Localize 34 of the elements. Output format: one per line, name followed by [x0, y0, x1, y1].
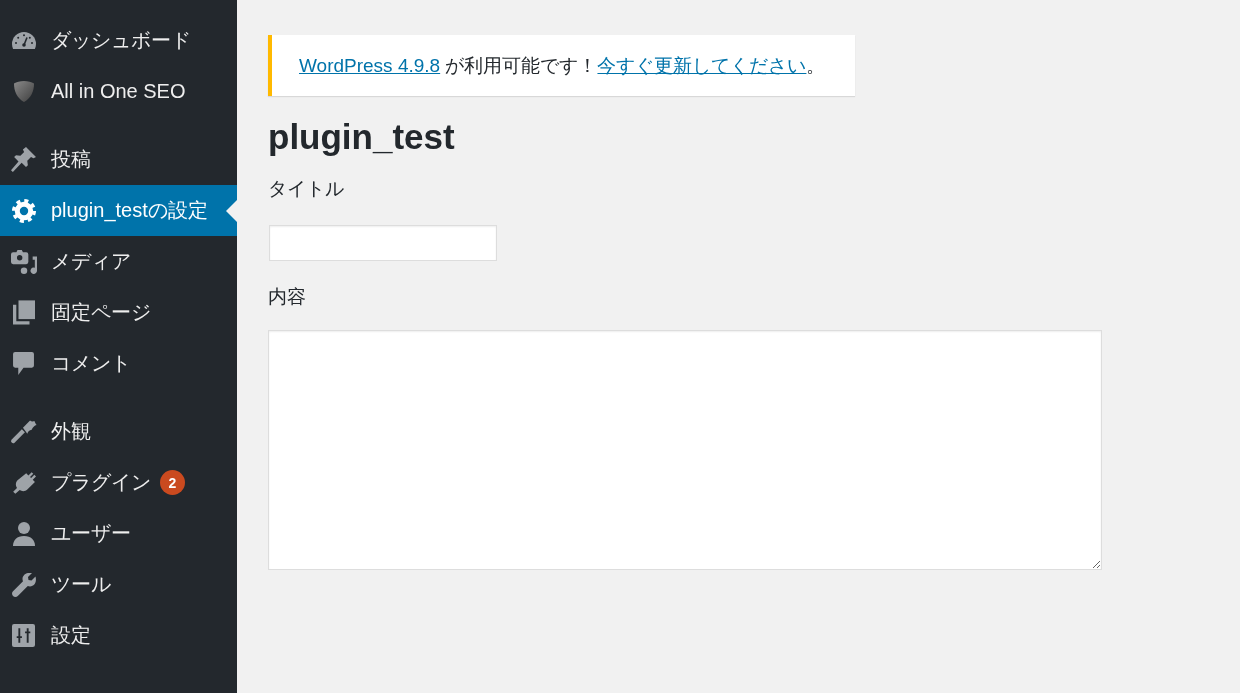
sidebar-item[interactable]: 設定 [0, 610, 237, 661]
wrench-icon [11, 572, 36, 597]
sidebar-item[interactable]: ユーザー [0, 508, 237, 559]
current-page-pointer-icon [226, 200, 237, 222]
text-input[interactable] [269, 225, 497, 261]
sidebar-item[interactable]: メディア [0, 236, 237, 287]
field-label: タイトル [268, 177, 344, 201]
sidebar-item[interactable]: プラグイン 2 [0, 457, 237, 508]
shield-icon [13, 81, 34, 102]
sidebar-item[interactable]: plugin_testの設定 [0, 185, 237, 236]
pages-icon [12, 300, 35, 325]
field-label: 内容 [268, 285, 306, 309]
sidebar-item[interactable]: All in One SEO [0, 66, 237, 117]
speech-bubble-icon [13, 352, 34, 375]
sidebar-item[interactable]: 固定ページ [0, 287, 237, 338]
sidebar-item[interactable]: 外観 [0, 406, 237, 457]
paintbrush-icon [10, 419, 37, 444]
sidebar-item[interactable]: ツール [0, 559, 237, 610]
content-textarea[interactable] [268, 330, 1102, 570]
plug-icon [11, 470, 36, 495]
page-title: plugin_test [268, 116, 455, 158]
sidebar-item[interactable]: ダッシュボード [0, 15, 237, 66]
sliders-icon [12, 624, 35, 647]
pushpin-icon [11, 147, 36, 172]
gear-icon [11, 198, 36, 223]
camera-music-icon [10, 249, 37, 274]
user-icon [12, 521, 35, 546]
update-notice-text: WordPress 4.9.8 が利用可能です！今すぐ更新してください。 [299, 54, 826, 78]
sidebar-item[interactable]: コメント [0, 338, 237, 389]
update-link[interactable]: WordPress 4.9.8 [299, 55, 441, 76]
sidebar-item[interactable]: 投稿 [0, 134, 237, 185]
update-link[interactable]: 今すぐ更新してください [597, 55, 807, 76]
gauge-icon [11, 32, 36, 49]
update-count: 2 [160, 470, 185, 495]
